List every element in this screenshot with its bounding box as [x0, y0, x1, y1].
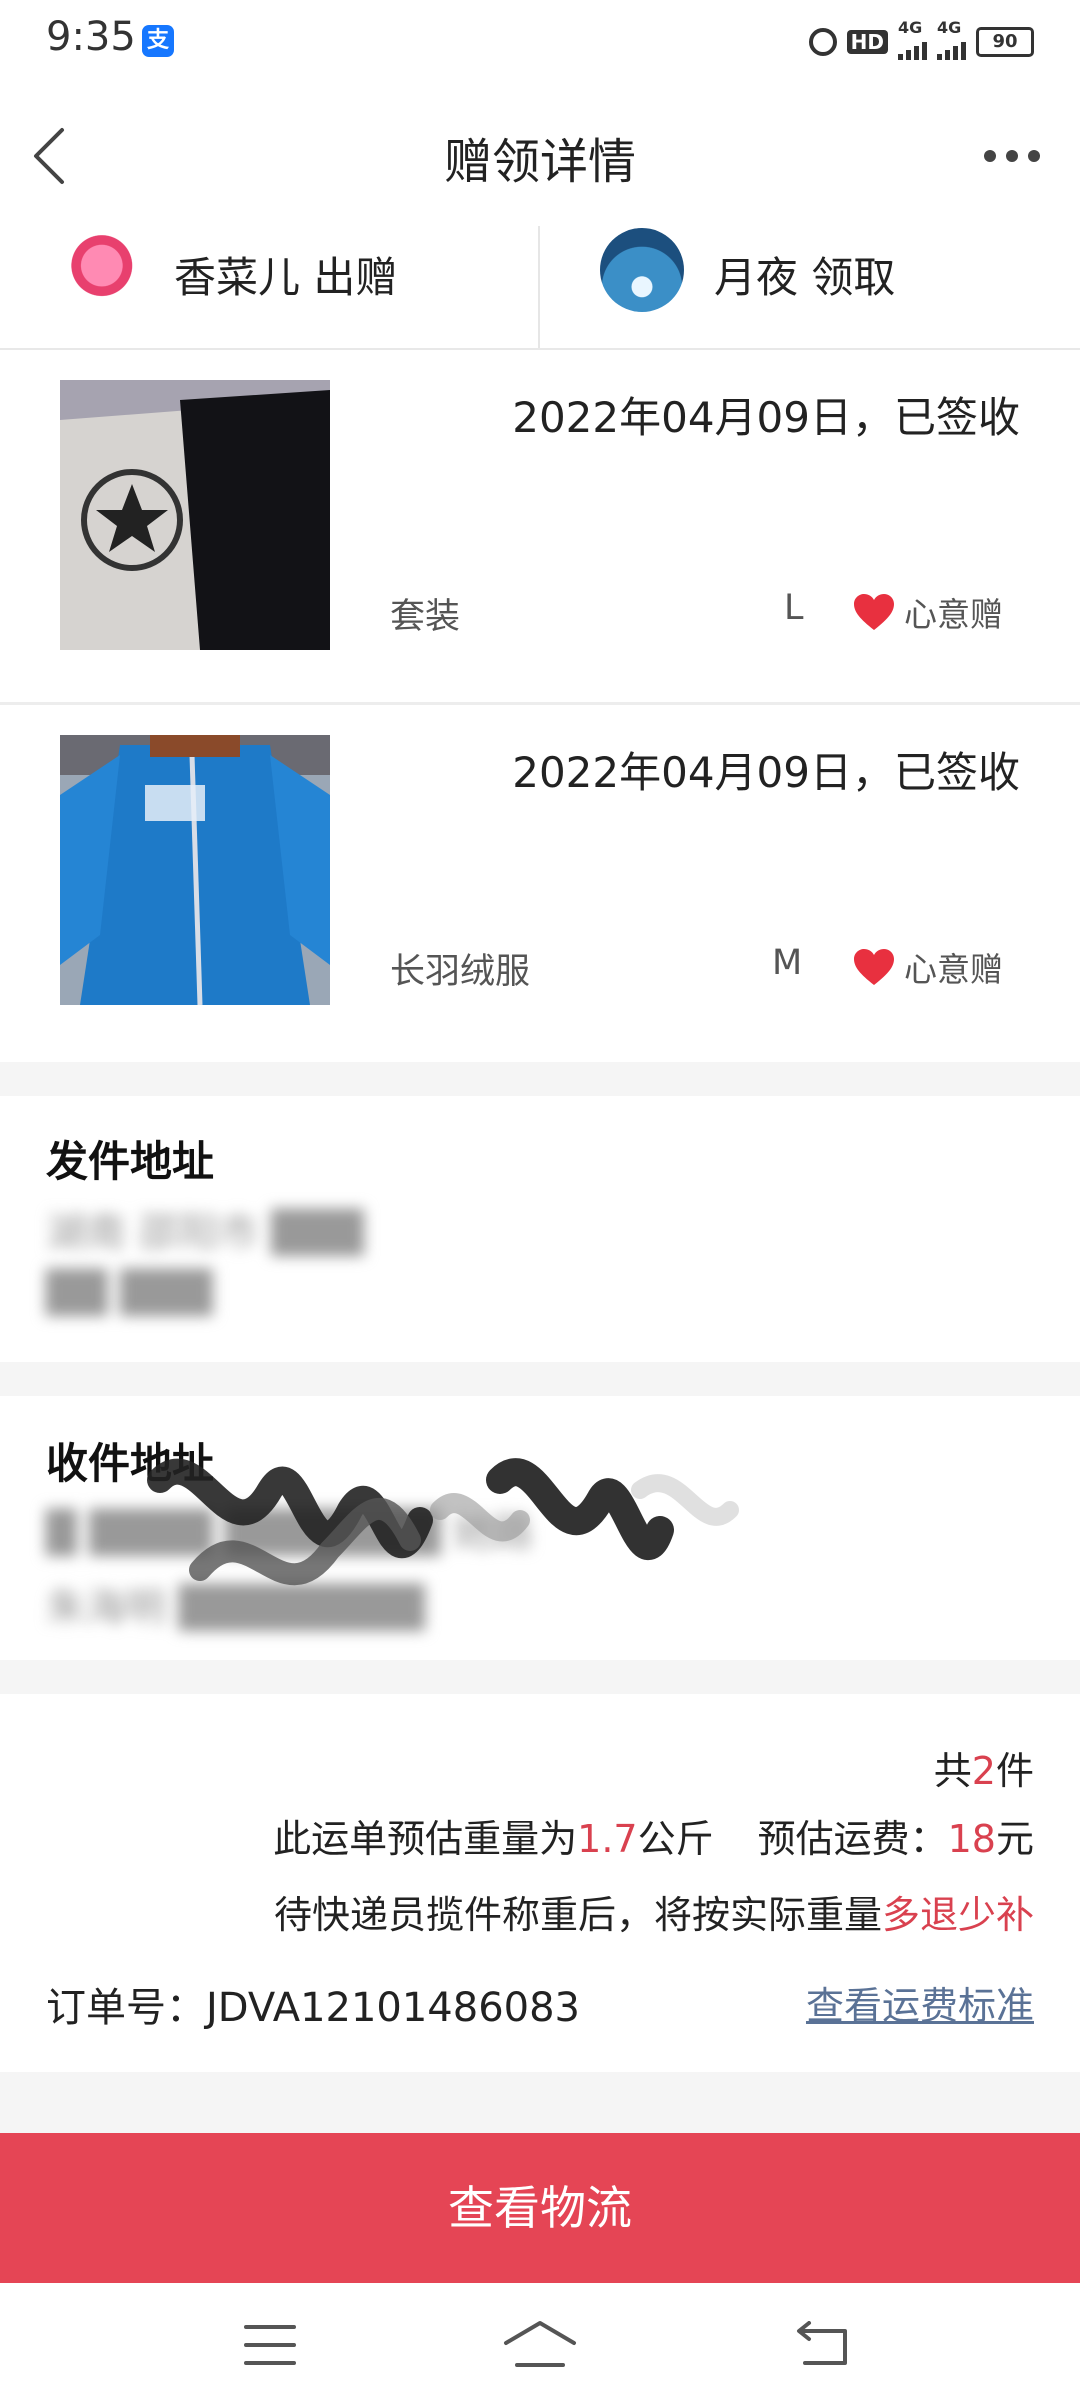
fee-standard-link[interactable]: 查看运费标准 [806, 1975, 1034, 2030]
gift-tag: 心意赠 [904, 595, 1003, 634]
item-size: M [772, 943, 803, 983]
hd-badge: HD [846, 30, 888, 54]
weight-note: 待快递员揽件称重后，将按实际重量多退少补 [273, 1893, 1034, 1937]
order-number: 订单号：JDVA12101486083 [46, 1985, 581, 2031]
network-type-label: 4G [898, 18, 923, 37]
heart-icon [854, 949, 894, 985]
list-item[interactable]: 2022年04月09日，已签收 套装 L 心意赠 [0, 350, 1080, 702]
item-count: 共2件 [933, 1749, 1034, 1793]
section-gap [0, 1062, 1080, 1096]
item-photo[interactable] [60, 735, 330, 1005]
giver-avatar[interactable] [64, 232, 148, 316]
item-name: 套装 [390, 597, 461, 637]
sender-address-line1: 湖南 邵阳市 ███ [46, 1210, 364, 1256]
receiver-label[interactable]: 月夜 领取 [714, 244, 895, 305]
section-gap [0, 1660, 1080, 1694]
redaction-scribble [147, 1458, 739, 1586]
app-header: 赠领详情 [0, 84, 1080, 224]
back-nav-icon[interactable] [795, 2321, 849, 2367]
sender-address-title: 发件地址 [46, 1137, 215, 1186]
status-icons: HD 4G 4G 90 [808, 18, 1034, 62]
item-size: L [784, 588, 804, 628]
alipay-icon: 支 [142, 25, 174, 57]
signal-icon: 4G [898, 18, 927, 60]
giver-label[interactable]: 香菜儿 出赠 [174, 244, 397, 305]
item-date-status: 2022年04月09日，已签收 [512, 748, 1020, 797]
page-title: 赠领详情 [443, 134, 636, 190]
signal-icon: 4G [937, 18, 966, 60]
status-time: 9:35 [46, 14, 136, 60]
view-logistics-button[interactable]: 查看物流 [0, 2133, 1080, 2283]
divider [538, 226, 540, 348]
section-gap [0, 2072, 1080, 2133]
menu-icon[interactable] [244, 2323, 296, 2367]
system-nav-bar [0, 2283, 1080, 2408]
status-bar: 9:35 支 HD 4G 4G 90 [0, 0, 1080, 84]
alarm-icon [808, 28, 837, 56]
section-gap [0, 1362, 1080, 1396]
item-photo[interactable] [60, 380, 330, 650]
list-item[interactable]: 2022年04月09日，已签收 长羽绒服 M 心意赠 [0, 705, 1080, 1057]
home-icon[interactable] [503, 2319, 577, 2369]
heart-icon [854, 594, 894, 630]
network-type-label: 4G [937, 18, 962, 37]
weight-fee-line: 此运单预估重量为1.7公斤 预估运费：18元 [273, 1817, 1034, 1861]
parties-row: 香菜儿 出赠 月夜 领取 [0, 224, 1080, 350]
battery-icon: 90 [976, 27, 1034, 57]
gift-tag: 心意赠 [904, 950, 1003, 989]
item-date-status: 2022年04月09日，已签收 [512, 393, 1020, 442]
sender-address-line2: ██ ███ [46, 1270, 213, 1316]
item-name: 长羽绒服 [390, 952, 531, 992]
receiver-avatar[interactable] [600, 228, 684, 312]
more-icon[interactable] [984, 150, 1040, 164]
